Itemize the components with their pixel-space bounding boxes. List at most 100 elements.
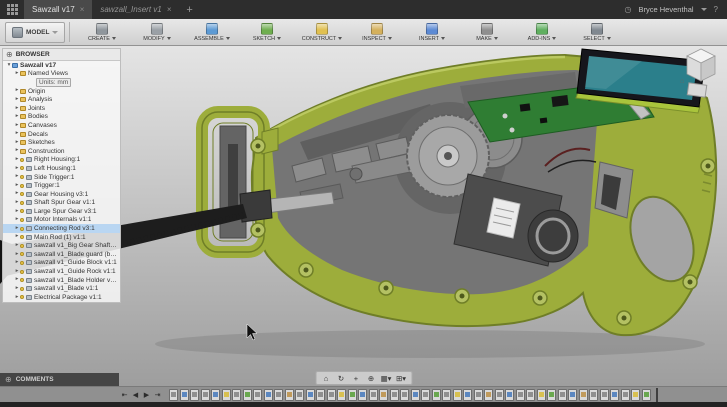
- visibility-bulb-icon[interactable]: [20, 235, 24, 240]
- timeline-feature-icon[interactable]: [620, 388, 630, 401]
- browser-tree-item[interactable]: ▸ Joints: [3, 104, 120, 113]
- timeline-feature-icon[interactable]: [242, 388, 252, 401]
- browser-tree-item[interactable]: ▸ sawzall v1_Blade v1:1: [3, 284, 120, 293]
- timeline-feature-icon[interactable]: [463, 388, 472, 401]
- timeline-feature-icon[interactable]: [505, 388, 514, 401]
- timeline-feature-icon[interactable]: [337, 388, 346, 401]
- nav-tool-button[interactable]: ⊕: [365, 373, 377, 383]
- job-status-icon[interactable]: ◷: [625, 5, 632, 14]
- visibility-bulb-icon[interactable]: [20, 217, 24, 222]
- timeline-feature-icon[interactable]: [610, 388, 619, 401]
- timeline-feature-icon[interactable]: [379, 388, 388, 401]
- timeline-feature-icon[interactable]: [400, 388, 409, 401]
- timeline-feature-icon[interactable]: [326, 388, 336, 401]
- playback-button[interactable]: ◀: [130, 391, 141, 399]
- browser-tree-item[interactable]: ▸ Main Rod (1) v1:1: [3, 233, 120, 242]
- timeline-feature-icon[interactable]: [410, 388, 420, 401]
- timeline-feature-icon[interactable]: [358, 388, 367, 401]
- timeline-feature-icon[interactable]: [599, 388, 609, 401]
- timeline-feature-icon[interactable]: [169, 388, 178, 401]
- visibility-bulb-icon[interactable]: [20, 278, 24, 283]
- toolbar-menu[interactable]: ADD-INS: [514, 19, 569, 45]
- visibility-bulb-icon[interactable]: [20, 157, 24, 162]
- tab-close-icon[interactable]: ×: [80, 5, 85, 14]
- visibility-bulb-icon[interactable]: [20, 183, 24, 188]
- nav-tool-button[interactable]: ↻: [335, 373, 347, 383]
- timeline-feature-icon[interactable]: [316, 388, 325, 401]
- timeline-feature-icon[interactable]: [568, 388, 577, 401]
- timeline-feature-icon[interactable]: [578, 388, 588, 401]
- new-tab-button[interactable]: +: [179, 4, 199, 16]
- browser-tree-item[interactable]: ▸ Bodies: [3, 113, 120, 122]
- nav-tool-button[interactable]: +: [350, 373, 362, 383]
- toolbar-menu[interactable]: CONSTRUCT: [294, 19, 349, 45]
- timeline-feature-icon[interactable]: [442, 388, 451, 401]
- visibility-bulb-icon[interactable]: [20, 200, 24, 205]
- visibility-bulb-icon[interactable]: [20, 192, 24, 197]
- workspace-switcher[interactable]: MODEL: [5, 21, 66, 43]
- browser-tree-item[interactable]: ▸ Left Housing:1: [3, 164, 120, 173]
- timeline-feature-icon[interactable]: [221, 388, 231, 401]
- apps-grid-icon[interactable]: [5, 3, 19, 16]
- timeline-feature-icon[interactable]: [526, 388, 535, 401]
- visibility-bulb-icon[interactable]: [20, 243, 24, 248]
- browser-tree-item[interactable]: ▸ Trigger:1: [3, 181, 120, 190]
- browser-tree-item[interactable]: ▾ Sawzall v17: [3, 61, 120, 70]
- browser-tree-item[interactable]: ▸ Sketches: [3, 138, 120, 147]
- viewcube[interactable]: ⌂: [677, 47, 721, 87]
- timeline-feature-icon[interactable]: [179, 388, 189, 401]
- browser-tree-item[interactable]: Units: mm: [3, 78, 120, 87]
- visibility-bulb-icon[interactable]: [20, 286, 24, 291]
- timeline-feature-icon[interactable]: [431, 388, 441, 401]
- browser-tree-item[interactable]: ▸ Construction: [3, 147, 120, 156]
- visibility-bulb-icon[interactable]: [20, 175, 24, 180]
- toolbar-menu[interactable]: SKETCH: [239, 19, 294, 45]
- toolbar-menu[interactable]: SELECT: [569, 19, 624, 45]
- nav-tool-button[interactable]: ⊞▾: [395, 373, 407, 383]
- timeline-feature-icon[interactable]: [232, 388, 241, 401]
- browser-tree-item[interactable]: ▸ Decals: [3, 130, 120, 139]
- visibility-bulb-icon[interactable]: [20, 166, 24, 171]
- timeline-feature-icon[interactable]: [536, 388, 546, 401]
- browser-tree-item[interactable]: ▸ Large Spur Gear v3:1: [3, 207, 120, 216]
- tab-close-icon[interactable]: ×: [167, 5, 172, 14]
- visibility-bulb-icon[interactable]: [20, 252, 24, 257]
- timeline-feature-icon[interactable]: [284, 388, 294, 401]
- timeline-feature-icon[interactable]: [484, 388, 493, 401]
- timeline-feature-icon[interactable]: [389, 388, 399, 401]
- toolbar-menu[interactable]: MAKE: [459, 19, 514, 45]
- timeline-feature-icon[interactable]: [494, 388, 504, 401]
- timeline-feature-icon[interactable]: [200, 388, 210, 401]
- browser-tree-item[interactable]: ▸ Side Trigger:1: [3, 173, 120, 182]
- help-icon[interactable]: ?: [714, 5, 718, 14]
- timeline-feature-icon[interactable]: [631, 388, 640, 401]
- browser-tree-item[interactable]: ▸ sawzall v1_Big Gear Shaft v1:1: [3, 241, 120, 250]
- browser-tree-item[interactable]: ▸ Origin: [3, 87, 120, 96]
- toolbar-menu[interactable]: MODIFY: [129, 19, 184, 45]
- browser-tree-item[interactable]: ▸ sawzall v1_Guide Rock v1:1: [3, 267, 120, 276]
- timeline-feature-icon[interactable]: [347, 388, 357, 401]
- timeline-feature-icon[interactable]: [263, 388, 273, 401]
- timeline-feature-icon[interactable]: [421, 388, 430, 401]
- timeline-feature-icon[interactable]: [211, 388, 220, 401]
- browser-tree-item[interactable]: ▸ sawzall v1_Blade guard (b) v1:1: [3, 250, 120, 259]
- comments-expand-icon[interactable]: ⊕: [5, 375, 12, 384]
- browser-tree-item[interactable]: ▸ Motor Internals v1:1: [3, 216, 120, 225]
- toolbar-menu[interactable]: ASSEMBLE: [184, 19, 239, 45]
- browser-plus-icon[interactable]: ⊕: [6, 50, 13, 59]
- visibility-bulb-icon[interactable]: [20, 295, 24, 300]
- timeline-feature-icon[interactable]: [274, 388, 283, 401]
- timeline-position-marker[interactable]: [655, 387, 658, 402]
- browser-tree-item[interactable]: ▸ Right Housing:1: [3, 156, 120, 165]
- browser-tree-item[interactable]: ▸ Named Views: [3, 70, 120, 79]
- visibility-bulb-icon[interactable]: [20, 209, 24, 214]
- browser-header[interactable]: ⊕ BROWSER: [3, 49, 120, 61]
- timeline-feature-icon[interactable]: [305, 388, 315, 401]
- browser-tree-item[interactable]: ▸ Connecting Rod v3:1: [3, 224, 120, 233]
- nav-tool-button[interactable]: ⌂: [320, 373, 332, 383]
- timeline-feature-icon[interactable]: [473, 388, 483, 401]
- timeline-feature-icon[interactable]: [452, 388, 462, 401]
- user-menu-caret-icon[interactable]: [700, 8, 707, 11]
- timeline-feature-icon[interactable]: [295, 388, 304, 401]
- browser-tree-item[interactable]: ▸ Analysis: [3, 95, 120, 104]
